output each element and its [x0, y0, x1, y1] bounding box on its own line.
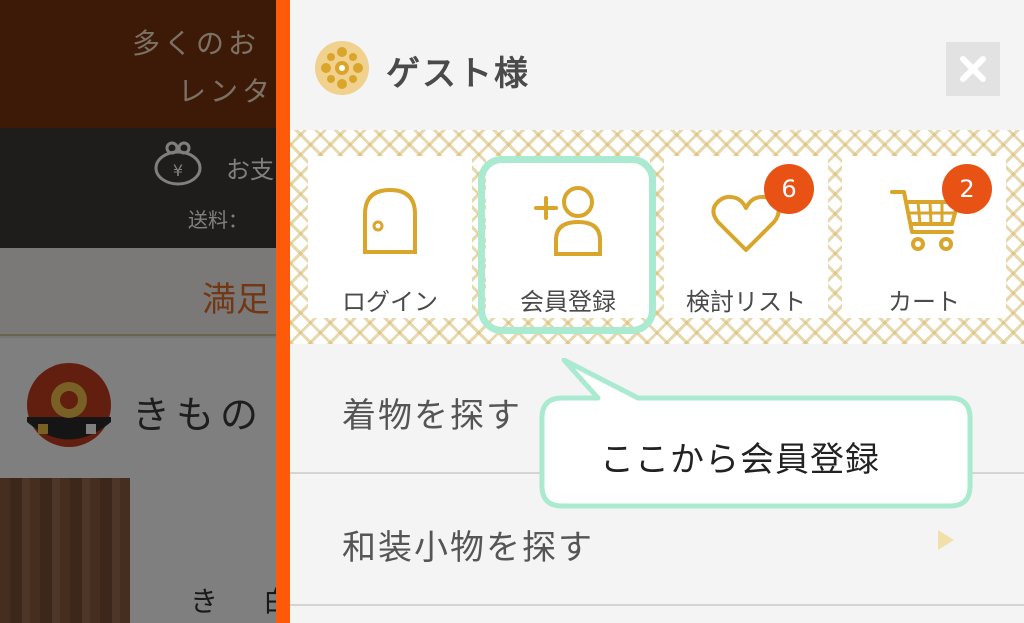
wishlist-label: 検討リスト: [686, 288, 806, 316]
avatar-icon: [315, 41, 369, 95]
cart-label: カート: [888, 288, 960, 316]
slide-menu: ゲスト様 ログイン 会員登録 検討リスト 6 カート 2 着物を探す 和装小物を…: [290, 0, 1024, 623]
cart-button[interactable]: カート 2: [842, 156, 1006, 318]
login-button[interactable]: ログイン: [308, 156, 472, 318]
row-divider: [290, 604, 1024, 606]
dim-overlay[interactable]: [0, 0, 290, 623]
chevron-right-icon: [938, 530, 954, 550]
menu-row-kimono-label: 着物を探す: [342, 396, 522, 436]
user-label: ゲスト様: [386, 54, 530, 94]
menu-header: ゲスト様: [290, 0, 1024, 130]
menu-row-accessories-label: 和装小物を探す: [342, 528, 594, 568]
wishlist-button[interactable]: 検討リスト 6: [664, 156, 828, 318]
close-icon: [960, 56, 986, 82]
menu-edge: [276, 0, 290, 623]
callout-text: ここから会員登録: [600, 440, 880, 480]
wishlist-count-badge: 6: [764, 164, 814, 214]
close-button[interactable]: [946, 42, 1000, 96]
cart-count-badge: 2: [942, 164, 992, 214]
login-label: ログイン: [342, 288, 438, 316]
door-icon: [363, 187, 417, 254]
background-page: 多くのお レンタ ¥ お支 送料： 満足 きもの き 白: [0, 0, 290, 623]
register-highlight: [478, 156, 656, 334]
